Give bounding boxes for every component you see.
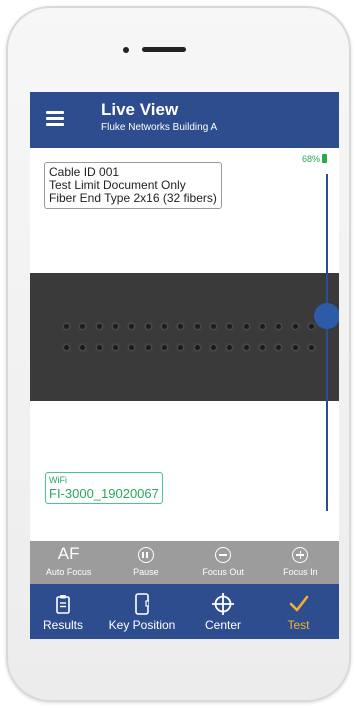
focus-slider-track[interactable] [326, 174, 328, 511]
tab-results-label: Results [42, 618, 83, 632]
fiber-row-bottom [64, 345, 314, 351]
fiber-dot [64, 324, 69, 329]
fiber-row-top [64, 324, 314, 330]
bottom-tab-bar: Results Key Position Center Test [30, 584, 339, 639]
plus-circle-icon [292, 547, 309, 564]
minus-circle-icon [215, 547, 232, 564]
pause-button[interactable]: Pause [107, 541, 184, 584]
cable-info-box: Cable ID 001 Test Limit Document Only Fi… [44, 162, 222, 209]
tab-test-label: Test [287, 618, 310, 632]
focus-out-label: Focus Out [202, 567, 244, 577]
wifi-area: WiFi FI-3000_19020067 [30, 401, 339, 541]
tab-center[interactable]: Center [188, 584, 258, 639]
checkmark-icon [289, 591, 309, 617]
fiber-dot [178, 345, 184, 350]
page-title: Live View [101, 100, 179, 119]
app-bar: Live View Fluke Networks Building A [30, 92, 339, 148]
pause-icon [137, 547, 154, 564]
fiber-dot [227, 345, 233, 350]
tab-key-position[interactable]: Key Position [96, 584, 188, 639]
fiber-dot [243, 345, 249, 350]
tab-center-label: Center [204, 618, 242, 632]
focus-toolbar: AF Auto Focus Pause Focus Out Focus In [30, 541, 339, 584]
auto-focus-label: Auto Focus [45, 567, 92, 577]
wifi-network-name: FI-3000_19020067 [49, 486, 159, 501]
fiber-dot [112, 345, 118, 350]
focus-in-label: Focus In [283, 567, 318, 577]
battery-icon [322, 154, 327, 163]
fiber-dot [80, 324, 86, 329]
tab-results[interactable]: Results [30, 584, 96, 639]
phone-key-icon [135, 591, 149, 617]
fiber-dot [308, 345, 314, 350]
fiber-dot [96, 345, 102, 350]
wifi-label: WiFi [49, 475, 67, 485]
clipboard-icon [56, 591, 70, 617]
fiber-dot [161, 345, 167, 350]
fiber-dot [96, 324, 102, 329]
speaker-grille [142, 47, 186, 52]
fiber-dot [227, 324, 233, 329]
fiber-dot [292, 345, 298, 350]
fiber-dot [194, 324, 200, 329]
fiber-dot [161, 324, 167, 329]
pause-label: Pause [133, 567, 159, 577]
phone-frame: Live View Fluke Networks Building A Cabl… [6, 6, 351, 702]
fiber-dot [259, 324, 265, 329]
battery-percent: 68% [301, 154, 320, 164]
fiber-dot [112, 324, 118, 329]
focus-in-button[interactable]: Focus In [262, 541, 339, 584]
fiber-dot [178, 324, 184, 329]
fiber-dot [129, 345, 135, 350]
fiber-dot [243, 324, 249, 329]
crosshair-icon [212, 591, 234, 617]
fiber-dot [145, 345, 151, 350]
fiber-dot [210, 345, 216, 350]
fiber-dot [80, 345, 86, 350]
fiber-dot [64, 345, 69, 350]
front-camera-dot [123, 47, 129, 53]
tab-test[interactable]: Test [258, 584, 339, 639]
fiber-dot [129, 324, 135, 329]
battery-indicator: 68% [302, 154, 327, 164]
tab-key-position-label: Key Position [108, 618, 176, 632]
page-subtitle: Fluke Networks Building A [101, 122, 218, 133]
focus-out-button[interactable]: Focus Out [185, 541, 262, 584]
wifi-network-box[interactable]: WiFi FI-3000_19020067 [45, 472, 163, 504]
fiber-dot [145, 324, 151, 329]
fiber-end-type-label: Fiber End Type 2x16 (32 fibers) [49, 191, 217, 205]
info-area: Cable ID 001 Test Limit Document Only Fi… [30, 148, 339, 273]
fiber-dot [308, 324, 314, 329]
auto-focus-button[interactable]: AF Auto Focus [30, 541, 107, 584]
app-screen: Live View Fluke Networks Building A Cabl… [30, 92, 339, 639]
focus-slider-handle[interactable] [314, 302, 339, 329]
hamburger-menu-icon[interactable] [46, 111, 64, 126]
fiber-dot [259, 345, 265, 350]
af-icon: AF [57, 544, 80, 563]
fiber-dot [292, 324, 298, 329]
fiber-dot [210, 324, 216, 329]
fiber-dot [276, 324, 282, 329]
fiber-dot [276, 345, 282, 350]
fiber-dot [194, 345, 200, 350]
fiber-end-face-image [30, 273, 339, 401]
